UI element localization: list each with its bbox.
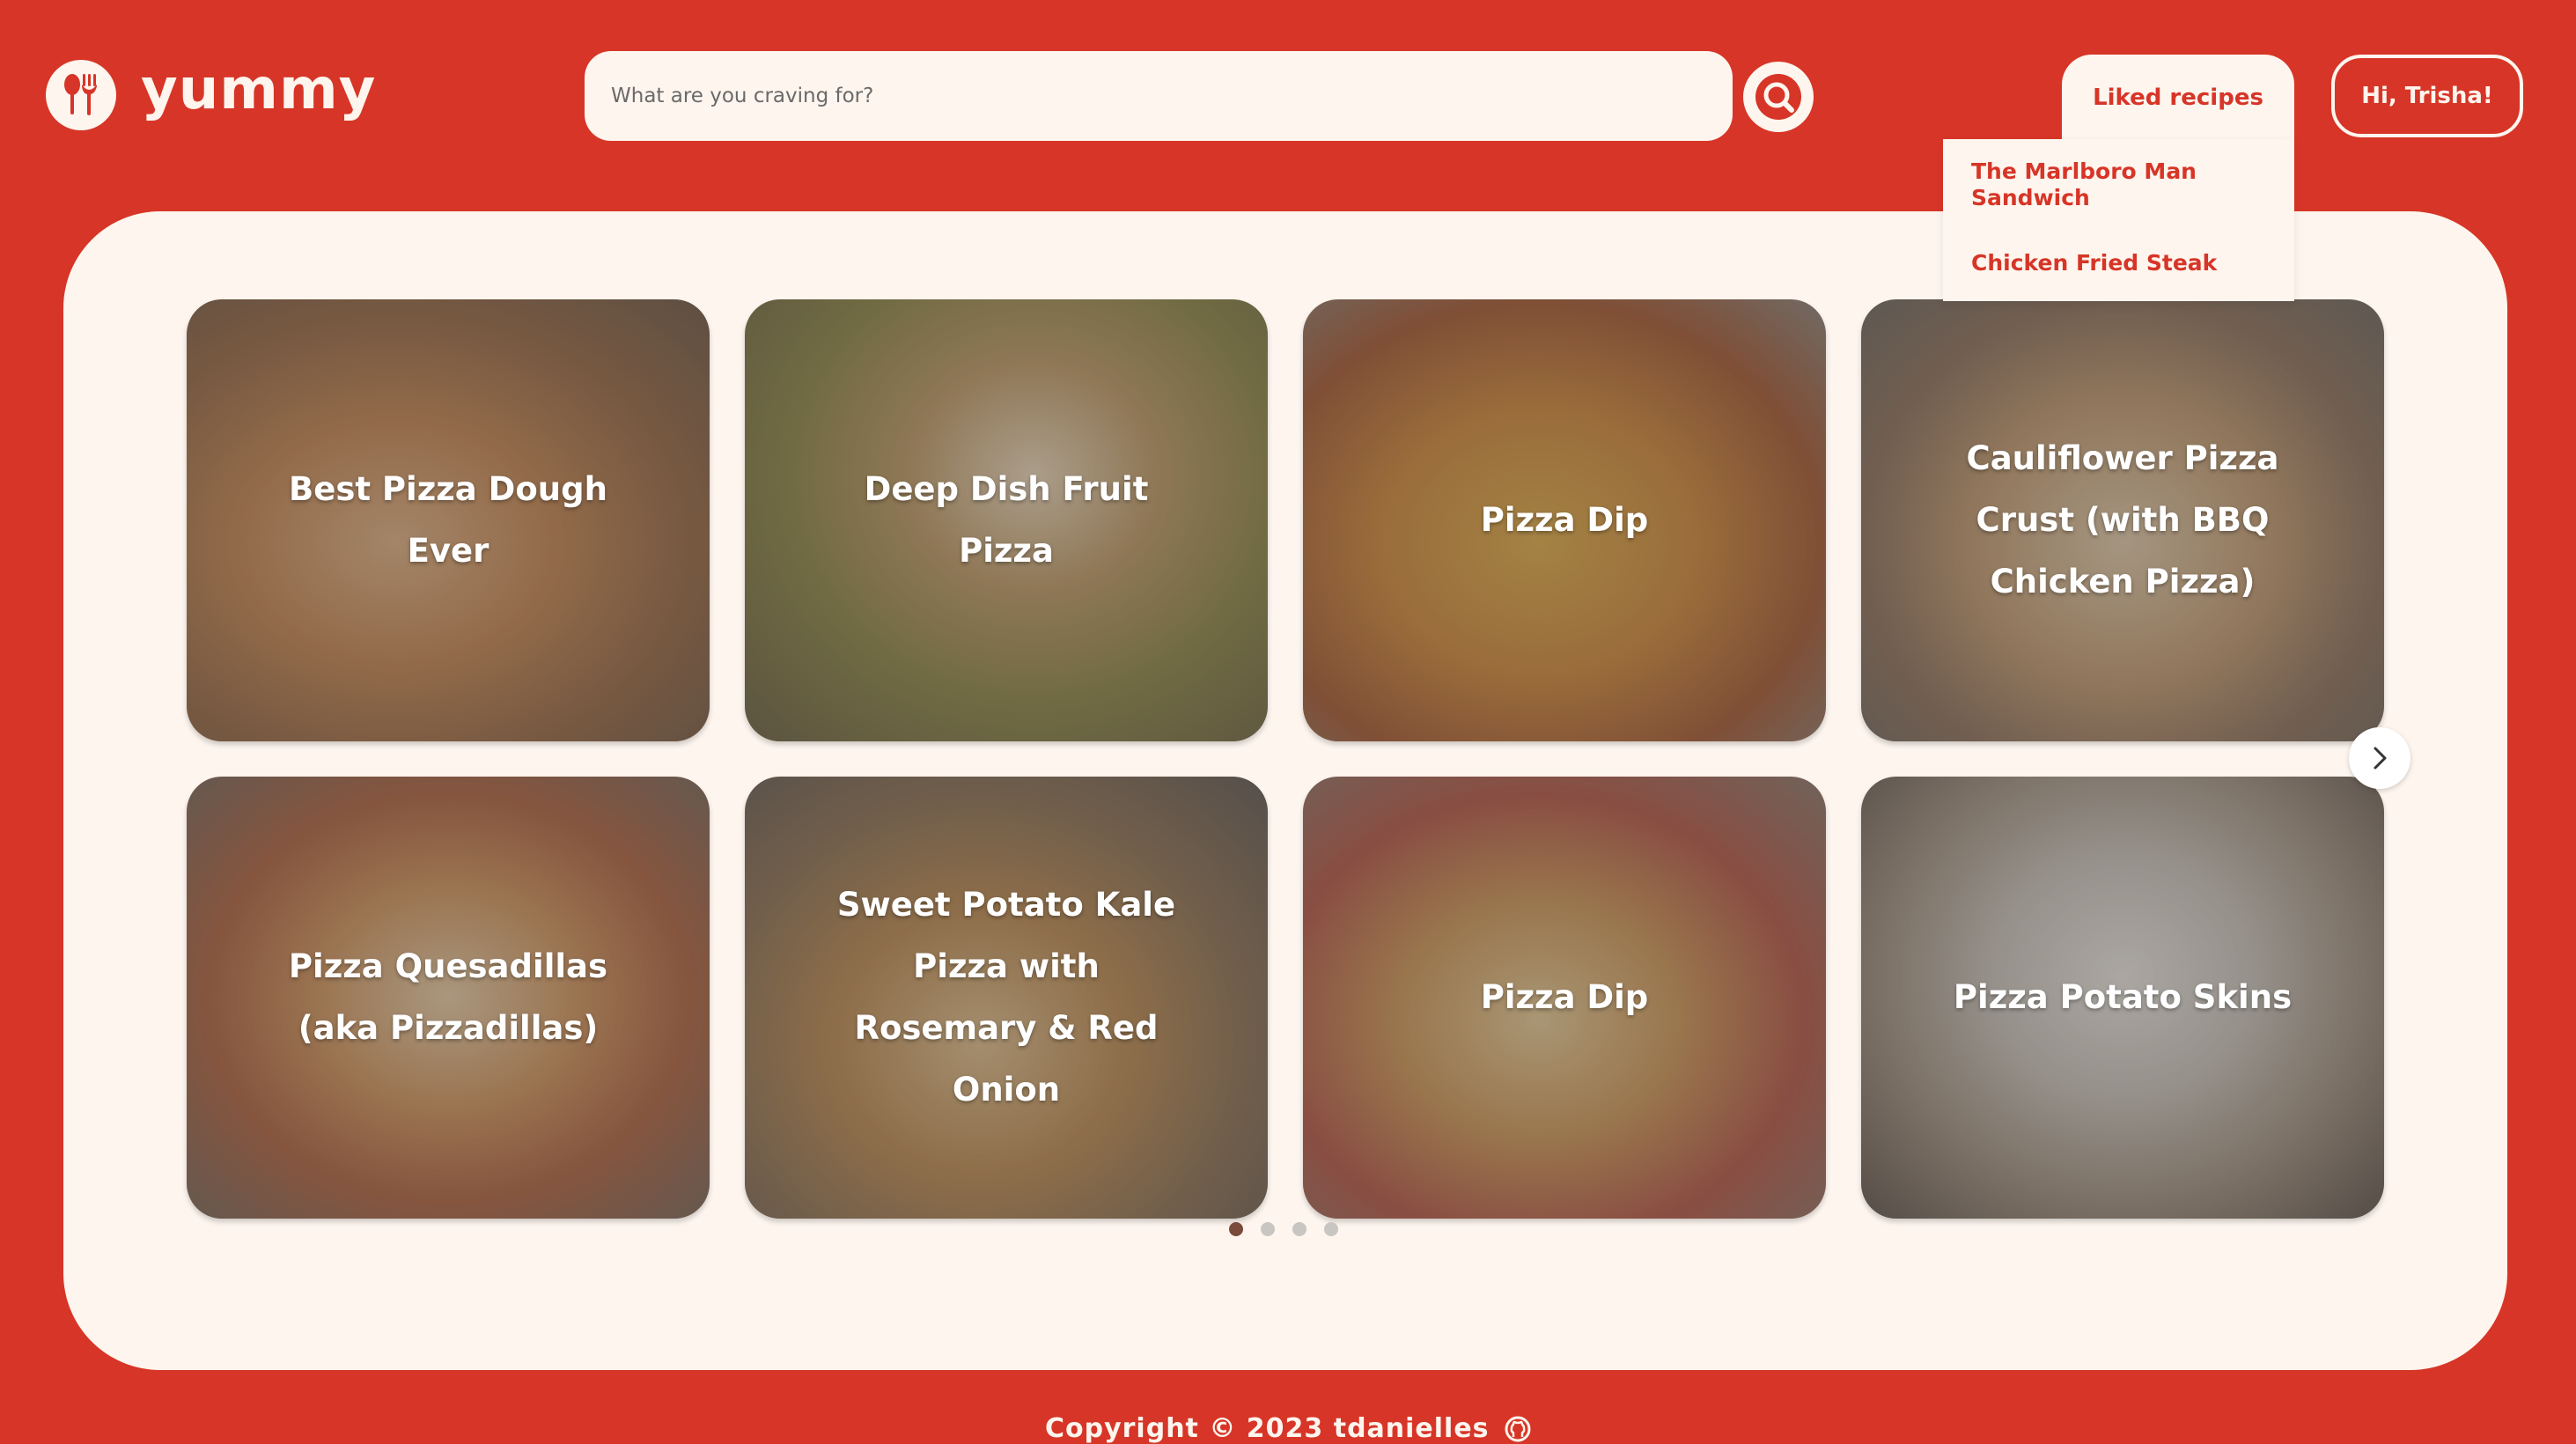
recipe-title: Sweet Potato Kale Pizza with Rosemary & … (836, 886, 1176, 1109)
recipe-card[interactable]: Pizza Dip (1303, 299, 1826, 741)
user-menu-button[interactable]: Hi, Trisha! (2331, 55, 2523, 137)
copyright-text: Copyright © 2023 tdanielles (1044, 1413, 1490, 1444)
search-button[interactable] (1743, 62, 1814, 132)
recipe-card[interactable]: Pizza Quesadillas (aka Pizzadillas) (187, 777, 710, 1219)
recipe-card[interactable]: Deep Dish Fruit Pizza (745, 299, 1268, 741)
recipe-title: Pizza Potato Skins (1953, 978, 2293, 1016)
recipe-card[interactable]: Cauliflower Pizza Crust (with BBQ Chicke… (1861, 299, 2384, 741)
footer: Copyright © 2023 tdanielles (0, 1412, 2576, 1444)
recipe-title: Best Pizza Dough Ever (289, 470, 607, 570)
liked-recipes-button[interactable]: Liked recipes (2062, 55, 2294, 141)
carousel-dot[interactable] (1292, 1222, 1306, 1236)
recipe-title: Pizza Dip (1480, 978, 1649, 1016)
search-icon (1755, 74, 1801, 120)
github-icon[interactable] (1505, 1416, 1531, 1442)
recipe-card[interactable]: Pizza Dip (1303, 777, 1826, 1219)
recipes-panel: Best Pizza Dough Ever Deep Dish Fruit Pi… (63, 211, 2507, 1370)
liked-recipe-item[interactable]: Chicken Fried Steak (1971, 250, 2217, 276)
search-input[interactable] (585, 51, 1733, 141)
recipe-title: Pizza Dip (1480, 501, 1649, 539)
liked-recipes-dropdown: The Marlboro Man Sandwich Chicken Fried … (1943, 139, 2294, 301)
carousel-pagination (1229, 1222, 1356, 1236)
carousel-dot[interactable] (1261, 1222, 1275, 1236)
carousel-next-button[interactable] (2349, 727, 2410, 789)
logo[interactable]: yummy (46, 60, 376, 130)
fork-spoon-icon (46, 60, 116, 130)
chevron-right-icon (2374, 747, 2387, 770)
liked-recipe-item[interactable]: The Marlboro Man Sandwich (1971, 158, 2235, 211)
recipe-card[interactable]: Pizza Potato Skins (1861, 777, 2384, 1219)
recipe-card[interactable]: Best Pizza Dough Ever (187, 299, 710, 741)
recipe-title: Pizza Quesadillas (aka Pizzadillas) (288, 947, 608, 1047)
recipe-title: Cauliflower Pizza Crust (with BBQ Chicke… (1966, 439, 2279, 600)
carousel-dot[interactable] (1324, 1222, 1338, 1236)
carousel-dot[interactable] (1229, 1222, 1243, 1236)
recipe-title: Deep Dish Fruit Pizza (864, 470, 1149, 570)
brand-name: yummy (141, 57, 377, 122)
recipe-card[interactable]: Sweet Potato Kale Pizza with Rosemary & … (745, 777, 1268, 1219)
